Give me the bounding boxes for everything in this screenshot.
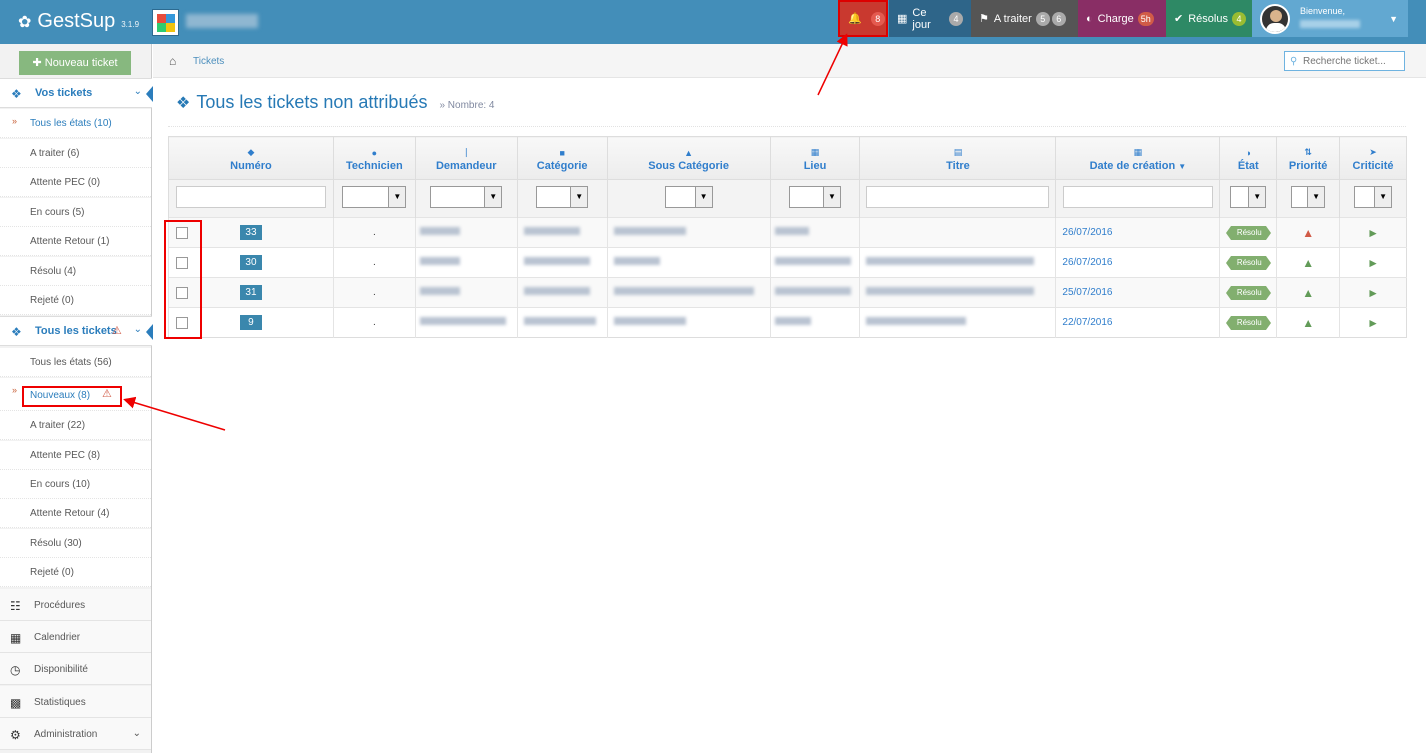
annotation-arrow-nouveaux	[123, 396, 226, 431]
annotation-arrow-notifications	[817, 33, 848, 96]
annotation-arrows	[123, 33, 848, 431]
